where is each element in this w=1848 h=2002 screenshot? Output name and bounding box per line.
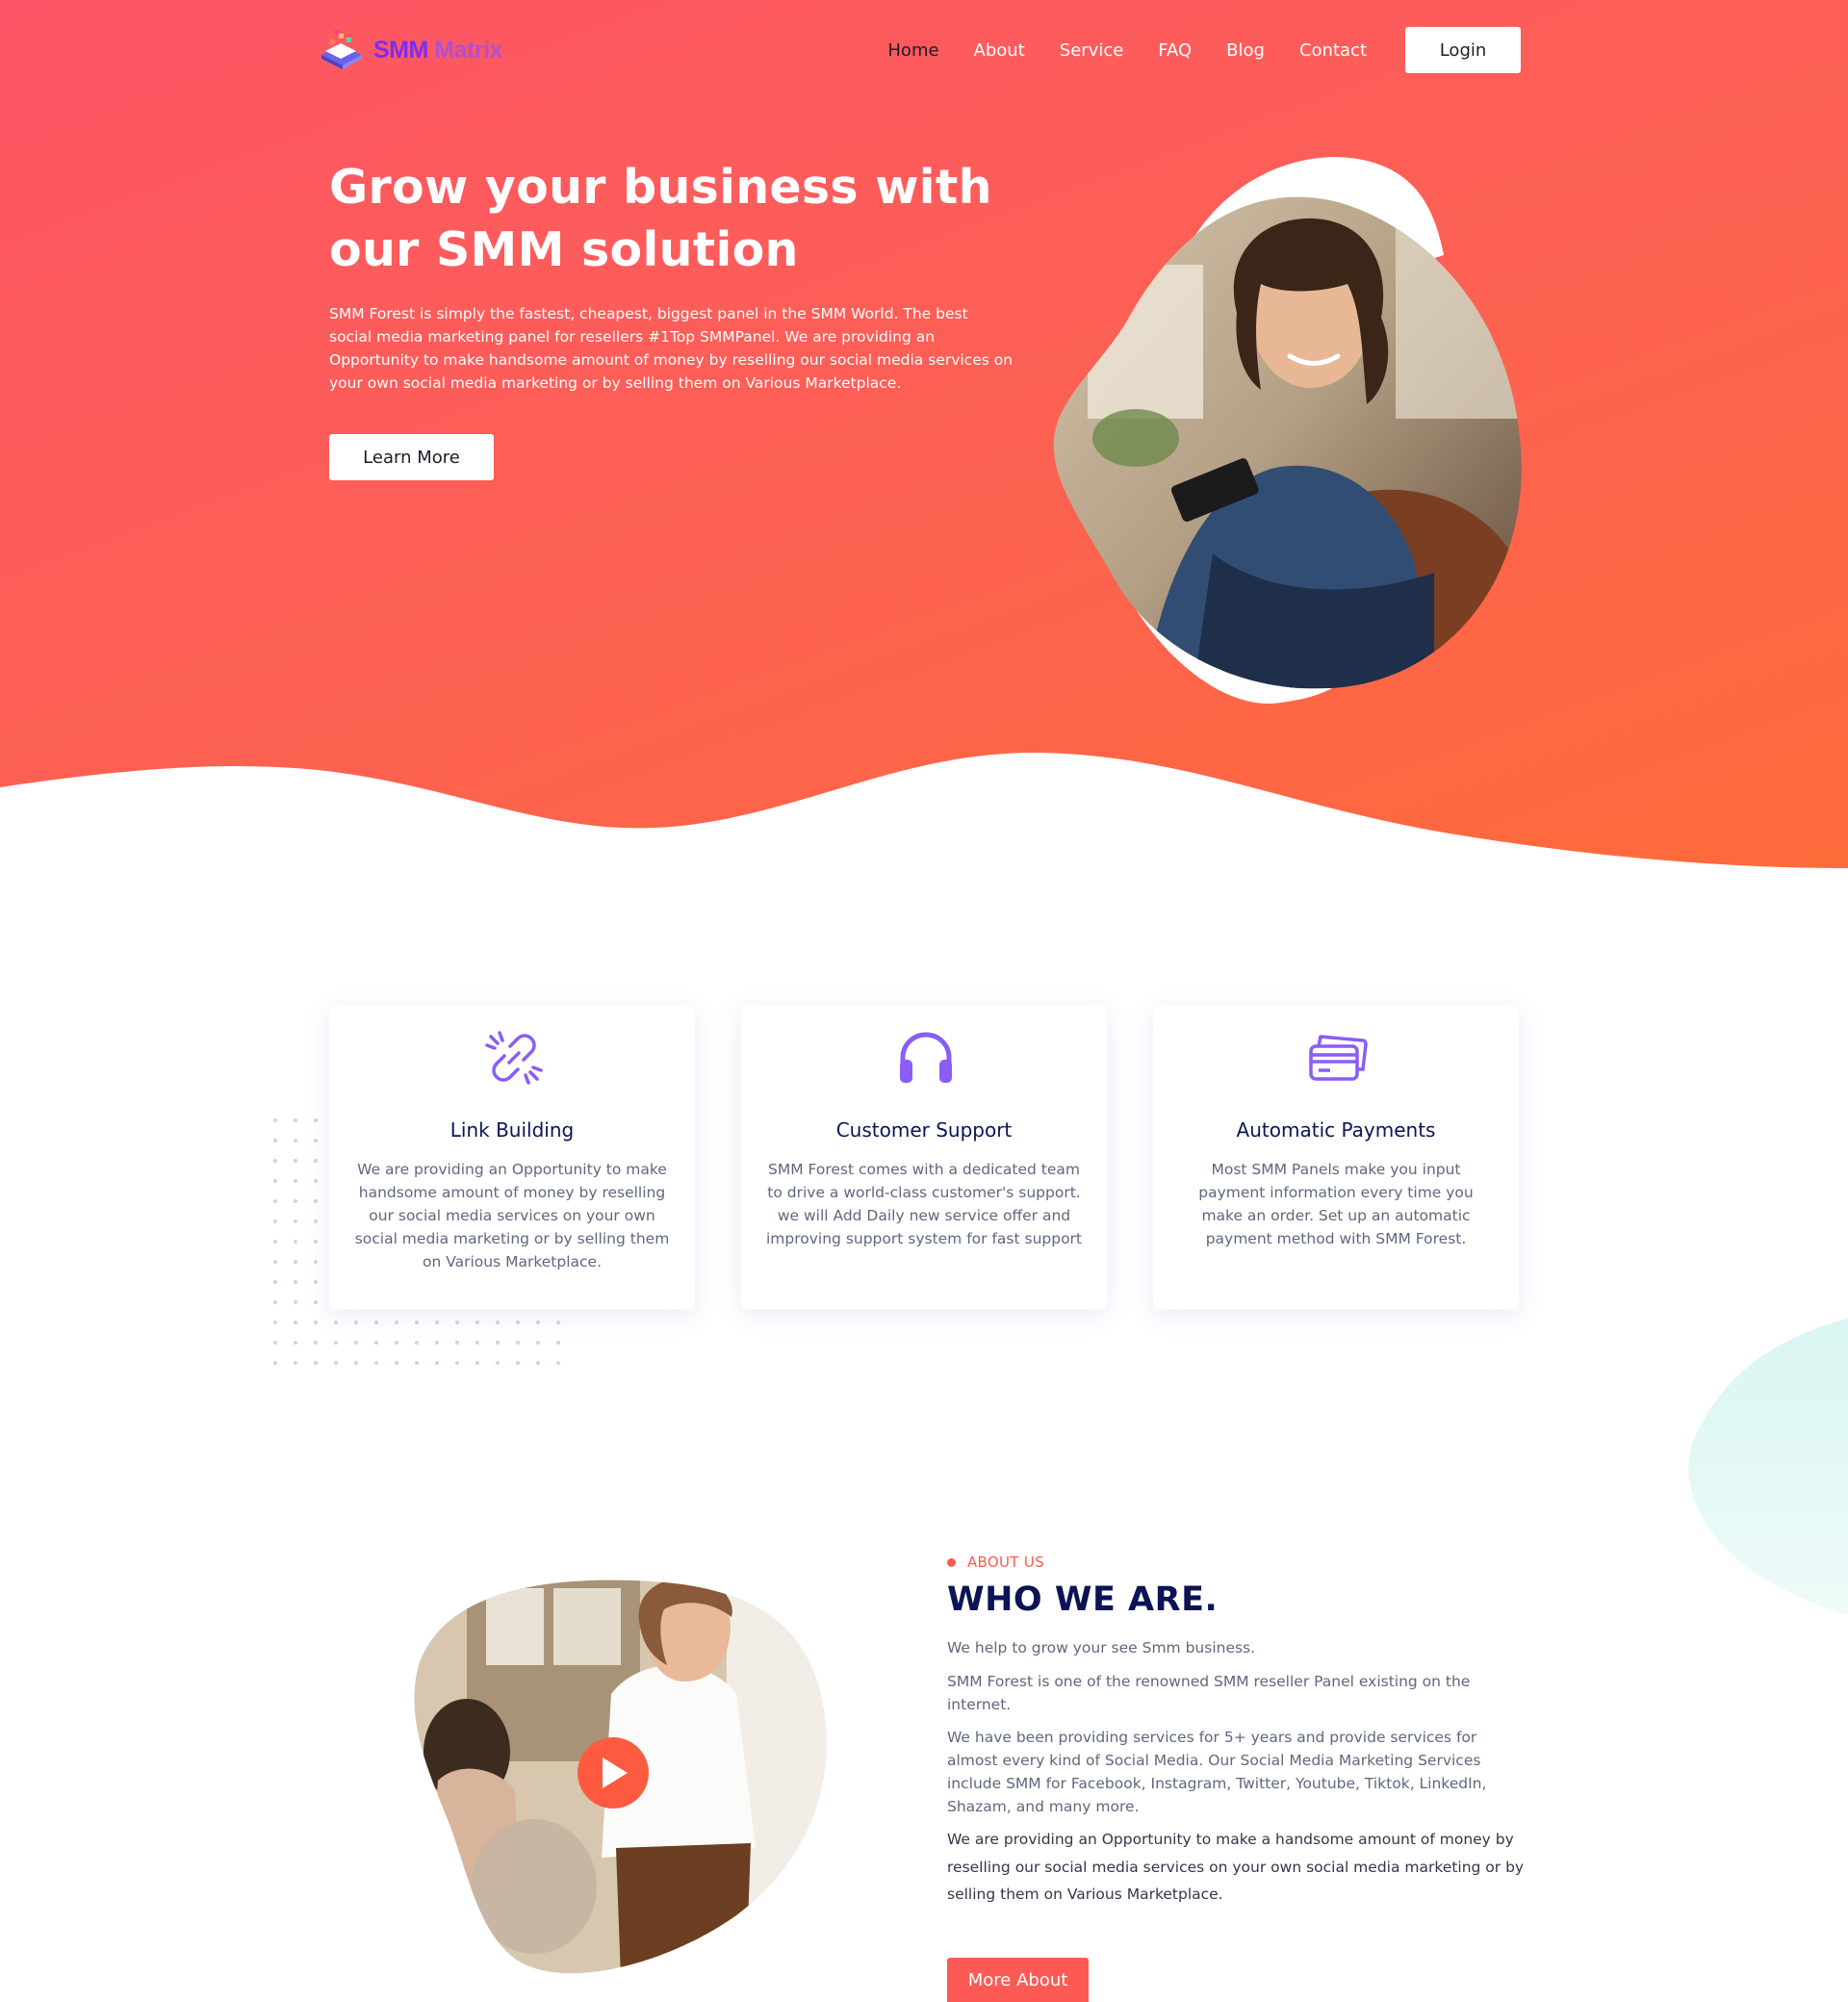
feature-text: We are providing an Opportunity to make … [354, 1161, 670, 1270]
play-icon [578, 1737, 649, 1809]
bullet-dot [947, 1557, 956, 1567]
about-paragraph-emphasis: We are providing an Opportunity to make … [947, 1831, 1525, 1903]
about-paragraph: We have been providing services for 5+ y… [947, 1729, 1487, 1815]
nav-link-service[interactable]: Service [1060, 40, 1124, 61]
about-paragraph: SMM Forest is one of the renowned SMM re… [947, 1673, 1471, 1713]
hero-description: SMM Forest is simply the fastest, cheape… [329, 305, 1014, 392]
credit-card-icon [1309, 1035, 1368, 1081]
nav-link-blog[interactable]: Blog [1226, 40, 1265, 61]
feature-title: Link Building [449, 1118, 575, 1142]
learn-more-button[interactable]: Learn More [329, 434, 494, 480]
feature-card-automatic-payments: Automatic Payments Most SMM Panels make … [1153, 1006, 1519, 1309]
headphones-icon [900, 1032, 952, 1083]
about-paragraph: We help to grow your see Smm business. [947, 1639, 1256, 1656]
logo-text: SMM Matrix [373, 36, 502, 64]
feature-title: Automatic Payments [1236, 1118, 1436, 1142]
brand-logo[interactable]: SMM Matrix [318, 27, 502, 73]
about-eyebrow: ABOUT US [947, 1553, 1044, 1571]
teal-blob-decoration [1688, 1319, 1848, 1615]
about-team-photo [414, 1579, 827, 1974]
login-button[interactable]: Login [1405, 27, 1521, 73]
main-menu: Home About Service FAQ Blog Contact [853, 27, 1367, 73]
feature-card-link-building: Link Building We are providing an Opport… [329, 1006, 695, 1309]
top-navbar: SMM Matrix Home About Service FAQ Blog C… [318, 27, 1521, 73]
link-icon [485, 1031, 543, 1085]
hero-section: SMM Matrix Home About Service FAQ Blog C… [0, 0, 1848, 876]
more-about-button[interactable]: More About [947, 1958, 1089, 2002]
logo-icon [321, 30, 362, 69]
nav-link-home[interactable]: Home [887, 40, 938, 61]
nav-link-faq[interactable]: FAQ [1158, 40, 1192, 61]
feature-text: SMM Forest comes with a dedicated team t… [765, 1161, 1082, 1247]
nav-link-contact[interactable]: Contact [1299, 40, 1367, 61]
nav-link-about[interactable]: About [974, 40, 1025, 61]
hero-woman-photo [1053, 157, 1522, 705]
hero-title: Grow your business with our SMM solution [329, 160, 992, 277]
about-title: WHO WE ARE. [947, 1580, 1219, 1619]
feature-title: Customer Support [835, 1118, 1013, 1142]
feature-card-customer-support: Customer Support SMM Forest comes with a… [741, 1006, 1107, 1309]
about-eyebrow-label: ABOUT US [967, 1553, 1044, 1571]
feature-text: Most SMM Panels make you input payment i… [1198, 1161, 1474, 1247]
hero-wave-divider [0, 752, 1848, 876]
